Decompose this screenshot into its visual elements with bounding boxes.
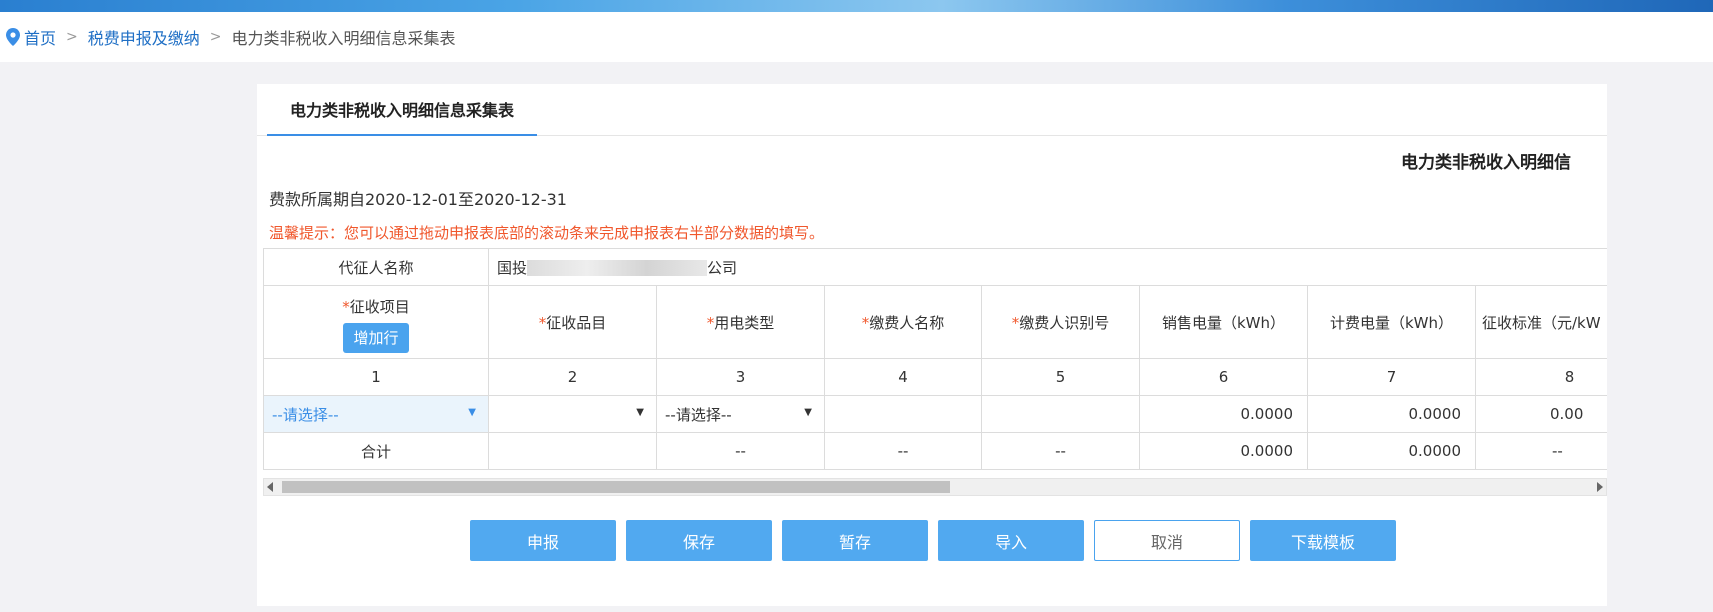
caret-down-icon: ▼ xyxy=(468,407,476,418)
total-standard: -- xyxy=(1474,432,1607,470)
header-label: 用电类型 xyxy=(714,313,775,332)
agent-value-prefix: 国投 xyxy=(497,258,528,277)
form-title: 电力类非税收入明细信 xyxy=(1401,153,1571,173)
total-payer-name: -- xyxy=(824,432,982,470)
breadcrumb-current: 电力类非税收入明细信息采集表 xyxy=(231,29,456,48)
fee-period: 费款所属期自2020-12-01至2020-12-31 xyxy=(269,190,567,209)
save-button[interactable]: 保存 xyxy=(626,520,772,561)
breadcrumb-section-link[interactable]: 税费申报及缴纳 xyxy=(88,25,200,49)
total-sales-kwh: 0.0000 xyxy=(1139,432,1308,470)
horizontal-scrollbar[interactable] xyxy=(263,478,1607,496)
required-mark: * xyxy=(342,297,350,316)
total-billed-kwh: 0.0000 xyxy=(1307,432,1476,470)
breadcrumb-separator-icon: > xyxy=(209,29,222,45)
detail-table-wrapper: 代征人名称 国投 公司 *征收项目 增加行 *征收品目 *用电类型 *缴费人名称 … xyxy=(263,248,1607,476)
select-value: --请选择-- xyxy=(272,405,339,424)
header-row: *征收项目 增加行 *征收品目 *用电类型 *缴费人名称 *缴费人识别号 销售电… xyxy=(263,285,1607,359)
download-template-button[interactable]: 下载模板 xyxy=(1250,520,1396,561)
cancel-button[interactable]: 取消 xyxy=(1094,520,1240,561)
total-row: 合计 -- -- -- 0.0000 0.0000 -- xyxy=(263,432,1607,470)
col-number: 5 xyxy=(981,358,1140,396)
agent-label: 代征人名称 xyxy=(263,248,489,286)
header-label: 缴费人识别号 xyxy=(1019,313,1110,332)
header-billed-kwh: 计费电量（kWh） xyxy=(1307,285,1476,359)
payer-name-input[interactable] xyxy=(824,395,982,433)
total-payer-id: -- xyxy=(981,432,1140,470)
sales-kwh-input[interactable]: 0.0000 xyxy=(1139,395,1308,433)
col-number: 4 xyxy=(824,358,982,396)
breadcrumb: 首页 > 税费申报及缴纳 > 电力类非税收入明细信息采集表 xyxy=(0,12,1713,62)
scroll-right-icon[interactable] xyxy=(1597,482,1603,492)
col-number: 1 xyxy=(263,358,489,396)
electricity-type-select[interactable]: --请选择-- ▼ xyxy=(656,395,825,433)
breadcrumb-separator-icon: > xyxy=(66,29,78,45)
total-category xyxy=(488,432,657,470)
col-number: 2 xyxy=(488,358,657,396)
header-label: 征收品目 xyxy=(546,313,607,332)
import-button[interactable]: 导入 xyxy=(938,520,1084,561)
header-standard: 征收标准（元/kW xyxy=(1474,285,1607,359)
add-row-button[interactable]: 增加行 xyxy=(343,322,409,353)
top-banner xyxy=(0,0,1713,12)
payer-id-input[interactable] xyxy=(981,395,1140,433)
declare-button[interactable]: 申报 xyxy=(470,520,616,561)
collection-category-select[interactable]: ▼ xyxy=(488,395,657,433)
location-pin-icon xyxy=(6,28,20,46)
caret-down-icon: ▼ xyxy=(636,407,644,418)
scrollbar-thumb[interactable] xyxy=(282,481,950,493)
standard-input[interactable]: 0.00 xyxy=(1474,395,1607,433)
tab-bar: 电力类非税收入明细信息采集表 xyxy=(257,84,1607,136)
temp-save-button[interactable]: 暂存 xyxy=(782,520,928,561)
header-label: 征收项目 xyxy=(349,297,410,316)
col-number: 8 xyxy=(1474,358,1607,396)
detail-table: 代征人名称 国投 公司 *征收项目 增加行 *征收品目 *用电类型 *缴费人名称 … xyxy=(263,248,1607,470)
billed-kwh-input[interactable]: 0.0000 xyxy=(1307,395,1476,433)
scroll-left-icon[interactable] xyxy=(267,482,273,492)
total-electricity-type: -- xyxy=(656,432,825,470)
table-row: --请选择-- ▼ ▼ --请选择-- ▼ 0.0000 0.0000 0.00 xyxy=(263,395,1607,433)
total-label: 合计 xyxy=(263,432,489,470)
header-electricity-type: *用电类型 xyxy=(656,285,825,359)
breadcrumb-home-link[interactable]: 首页 xyxy=(24,25,56,49)
redacted-block xyxy=(527,260,708,276)
warm-tip: 温馨提示：您可以通过拖动申报表底部的滚动条来完成申报表右半部分数据的填写。 xyxy=(269,224,825,242)
form-panel: 电力类非税收入明细信息采集表 电力类非税收入明细信 费款所属期自2020-12-… xyxy=(257,84,1607,606)
agent-row: 代征人名称 国投 公司 xyxy=(263,248,1607,286)
header-label: 缴费人名称 xyxy=(869,313,945,332)
action-bar: 申报 保存 暂存 导入 取消 下载模板 xyxy=(470,520,1396,561)
collection-item-select[interactable]: --请选择-- ▼ xyxy=(263,395,489,433)
tab-collection-form[interactable]: 电力类非税收入明细信息采集表 xyxy=(267,84,537,136)
header-payer-name: *缴费人名称 xyxy=(824,285,982,359)
header-collection-category: *征收品目 xyxy=(488,285,657,359)
select-value: --请选择-- xyxy=(665,405,732,424)
col-number: 3 xyxy=(656,358,825,396)
column-number-row: 1 2 3 4 5 6 7 8 xyxy=(263,358,1607,396)
col-number: 6 xyxy=(1139,358,1308,396)
caret-down-icon: ▼ xyxy=(804,407,812,418)
col-number: 7 xyxy=(1307,358,1476,396)
header-sales-kwh: 销售电量（kWh） xyxy=(1139,285,1308,359)
agent-value-suffix: 公司 xyxy=(707,258,738,277)
header-collection-item: *征收项目 增加行 xyxy=(263,285,489,359)
header-payer-id: *缴费人识别号 xyxy=(981,285,1140,359)
agent-value: 国投 公司 xyxy=(487,248,1607,286)
